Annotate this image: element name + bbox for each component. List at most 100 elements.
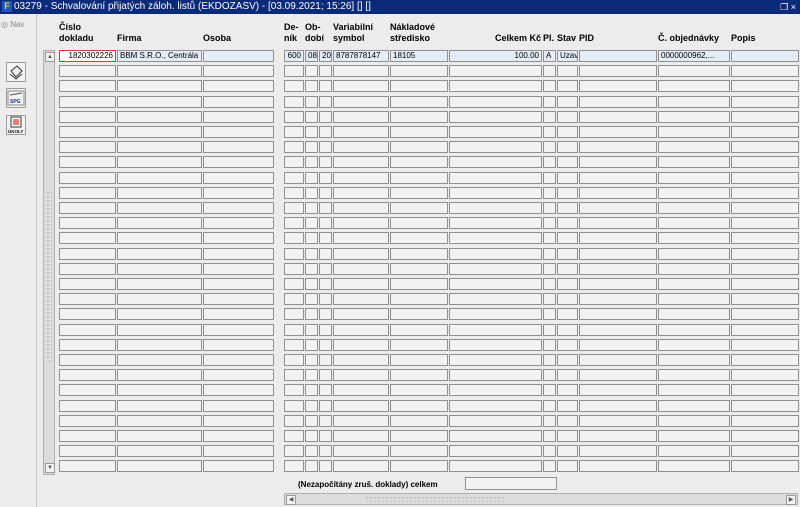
cell-obd2[interactable] <box>319 460 332 472</box>
ukoly-button[interactable]: ÚKOLY <box>6 115 26 135</box>
cell-objednavka[interactable] <box>658 80 730 92</box>
cell-osoba[interactable] <box>203 263 274 275</box>
cell-pid[interactable] <box>579 460 657 472</box>
cell-firma[interactable] <box>117 65 202 77</box>
cell-doklad[interactable] <box>59 111 116 123</box>
cell-objednavka[interactable] <box>658 111 730 123</box>
cell-firma[interactable]: BBM S.R.O., Centrála <box>117 50 202 62</box>
cell-pl[interactable] <box>543 202 556 214</box>
cell-obdobi[interactable] <box>305 187 318 199</box>
cell-stredisko[interactable] <box>390 354 448 366</box>
cell-osoba[interactable] <box>203 65 274 77</box>
cell-osoba[interactable] <box>203 202 274 214</box>
cell-stredisko[interactable] <box>390 400 448 412</box>
cell-doklad[interactable] <box>59 445 116 457</box>
cell-stredisko[interactable] <box>390 324 448 336</box>
cell-obdobi[interactable] <box>305 126 318 138</box>
cell-celkem[interactable] <box>449 415 542 427</box>
cell-obd2[interactable] <box>319 369 332 381</box>
cell-pid[interactable] <box>579 384 657 396</box>
cell-obdobi[interactable]: 08 <box>305 50 318 62</box>
cell-obd2[interactable] <box>319 217 332 229</box>
cell-vs[interactable]: 8787878147 <box>333 50 389 62</box>
cell-obdobi[interactable] <box>305 111 318 123</box>
cell-stredisko[interactable] <box>390 369 448 381</box>
cell-objednavka[interactable] <box>658 400 730 412</box>
cell-pid[interactable] <box>579 156 657 168</box>
cell-obd2[interactable] <box>319 278 332 290</box>
cell-firma[interactable] <box>117 187 202 199</box>
cell-denik[interactable] <box>284 217 304 229</box>
cell-stav[interactable] <box>557 217 578 229</box>
cell-objednavka[interactable] <box>658 156 730 168</box>
horizontal-scroll-thumb[interactable] <box>365 496 505 502</box>
cell-pl[interactable] <box>543 172 556 184</box>
cell-denik[interactable] <box>284 384 304 396</box>
cell-pl[interactable] <box>543 111 556 123</box>
cell-popis[interactable] <box>731 354 799 366</box>
cell-osoba[interactable] <box>203 460 274 472</box>
cell-celkem[interactable] <box>449 248 542 260</box>
cell-stredisko[interactable] <box>390 65 448 77</box>
cell-osoba[interactable] <box>203 278 274 290</box>
cell-stredisko[interactable] <box>390 248 448 260</box>
cell-stredisko[interactable] <box>390 232 448 244</box>
cell-firma[interactable] <box>117 308 202 320</box>
cell-stredisko[interactable] <box>390 80 448 92</box>
cell-vs[interactable] <box>333 156 389 168</box>
cell-popis[interactable] <box>731 141 799 153</box>
cell-obd2[interactable] <box>319 384 332 396</box>
cell-firma[interactable] <box>117 324 202 336</box>
cell-celkem[interactable] <box>449 172 542 184</box>
cell-pid[interactable] <box>579 65 657 77</box>
cell-popis[interactable] <box>731 430 799 442</box>
cell-stav[interactable] <box>557 263 578 275</box>
cell-obdobi[interactable] <box>305 430 318 442</box>
cell-vs[interactable] <box>333 400 389 412</box>
cell-doklad[interactable] <box>59 369 116 381</box>
cell-osoba[interactable] <box>203 400 274 412</box>
cell-osoba[interactable] <box>203 445 274 457</box>
cell-popis[interactable] <box>731 111 799 123</box>
cell-pl[interactable] <box>543 369 556 381</box>
cell-denik[interactable] <box>284 354 304 366</box>
cell-osoba[interactable] <box>203 415 274 427</box>
cell-obd2[interactable] <box>319 141 332 153</box>
cell-osoba[interactable] <box>203 324 274 336</box>
cell-pl[interactable] <box>543 96 556 108</box>
cell-pid[interactable] <box>579 232 657 244</box>
cell-stredisko[interactable] <box>390 126 448 138</box>
cell-stav[interactable] <box>557 339 578 351</box>
cell-vs[interactable] <box>333 96 389 108</box>
cell-firma[interactable] <box>117 400 202 412</box>
cell-celkem[interactable] <box>449 293 542 305</box>
cell-vs[interactable] <box>333 324 389 336</box>
cell-pl[interactable] <box>543 384 556 396</box>
cell-stav[interactable] <box>557 430 578 442</box>
cell-pid[interactable] <box>579 248 657 260</box>
cell-obd2[interactable] <box>319 96 332 108</box>
cell-doklad[interactable] <box>59 202 116 214</box>
cell-stredisko[interactable] <box>390 278 448 290</box>
cell-vs[interactable] <box>333 202 389 214</box>
cell-osoba[interactable] <box>203 430 274 442</box>
cell-vs[interactable] <box>333 354 389 366</box>
cell-pid[interactable] <box>579 430 657 442</box>
cell-doklad[interactable] <box>59 324 116 336</box>
cell-celkem[interactable] <box>449 369 542 381</box>
cell-denik[interactable] <box>284 202 304 214</box>
cell-objednavka[interactable]: 0000000962,... <box>658 50 730 62</box>
cell-obdobi[interactable] <box>305 278 318 290</box>
cell-vs[interactable] <box>333 308 389 320</box>
cell-pl[interactable] <box>543 156 556 168</box>
cell-osoba[interactable] <box>203 308 274 320</box>
cell-objednavka[interactable] <box>658 324 730 336</box>
cell-celkem[interactable] <box>449 445 542 457</box>
cell-firma[interactable] <box>117 354 202 366</box>
cell-firma[interactable] <box>117 460 202 472</box>
cell-celkem[interactable] <box>449 430 542 442</box>
cell-doklad[interactable] <box>59 415 116 427</box>
cell-popis[interactable] <box>731 369 799 381</box>
cell-pl[interactable] <box>543 141 556 153</box>
cell-denik[interactable] <box>284 278 304 290</box>
